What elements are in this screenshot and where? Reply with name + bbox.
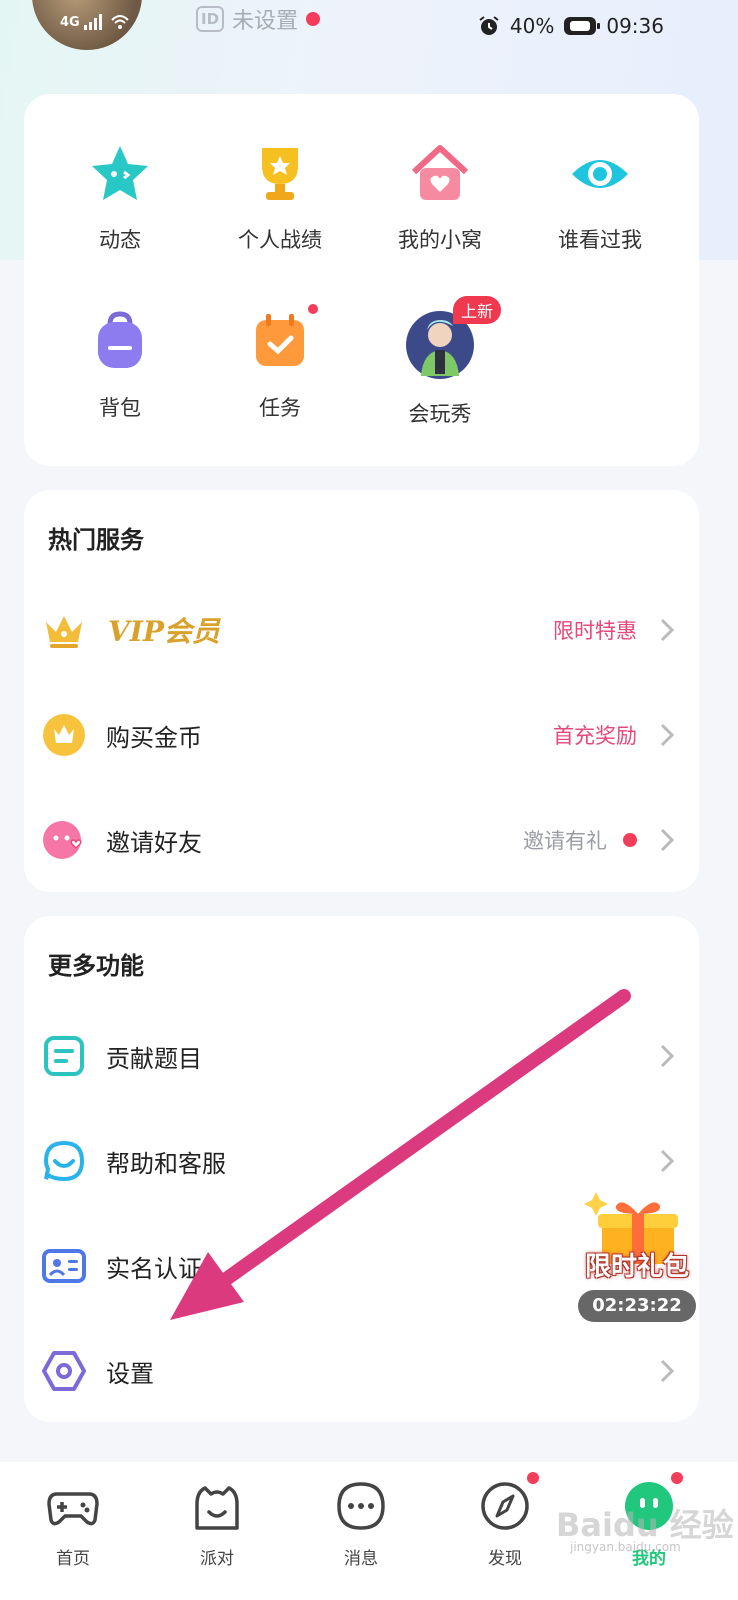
row-vip[interactable]: VIP会员 限时特惠 (24, 590, 699, 670)
chevron-right-icon (660, 723, 675, 747)
status-right: 40% 09:36 (478, 14, 664, 38)
chevron-right-icon (660, 1359, 675, 1383)
grid-label: 会玩秀 (408, 402, 472, 426)
watermark-url: jingyan.baidu.com (570, 1540, 681, 1554)
gamepad-icon (47, 1480, 99, 1532)
chevron-right-icon (660, 828, 675, 852)
grid-label: 我的小窝 (398, 228, 482, 252)
clock: 09:36 (606, 14, 664, 38)
eye-icon (568, 142, 632, 206)
feature-grid-card: 动态 个人战绩 我的小窝 谁看过我 背包 任务 上新 会玩秀 (24, 94, 699, 466)
battery-icon (564, 17, 601, 35)
row-tag: 限时特惠 (553, 619, 637, 643)
grid-label: 谁看过我 (558, 228, 642, 252)
trophy-icon (248, 142, 312, 206)
invite-notification-dot (623, 833, 637, 847)
avatar-figure-icon: 上新 (405, 296, 502, 380)
grid-label: 任务 (259, 396, 301, 420)
row-help[interactable]: 帮助和客服 (24, 1121, 699, 1201)
tab-label: 派对 (200, 1549, 234, 1569)
grid-item-tasks[interactable]: 任务 (200, 302, 360, 422)
document-icon (44, 1036, 84, 1076)
me-notification-dot (669, 1470, 685, 1486)
hot-services-card: 热门服务 VIP会员 限时特惠 购买金币 首充奖励 邀请好友 邀请有礼 (24, 490, 699, 892)
friend-face-icon (43, 821, 82, 859)
row-label: 设置 (106, 1359, 154, 1388)
message-icon (335, 1480, 387, 1532)
coin-icon (43, 714, 85, 756)
row-settings[interactable]: 设置 (24, 1331, 699, 1411)
row-tag: 首充奖励 (553, 724, 637, 748)
profile-id[interactable]: ID 未设置 (196, 4, 321, 34)
tab-messages[interactable]: 消息 (306, 1480, 416, 1569)
wifi-icon (111, 15, 129, 29)
crown-icon (46, 616, 82, 648)
grid-item-show[interactable]: 上新 会玩秀 (360, 296, 520, 428)
status-bar: 4G ID 未设置 40% 09:36 (0, 0, 738, 60)
more-features-card: 更多功能 贡献题目 帮助和客服 实名认证 设置 (24, 916, 699, 1422)
signal-icon (83, 14, 102, 30)
backpack-icon (88, 310, 152, 374)
row-tag: 邀请有礼 (523, 829, 607, 853)
row-label: 购买金币 (106, 723, 202, 752)
id-card-icon (42, 1249, 86, 1283)
grid-item-records[interactable]: 个人战绩 (200, 142, 360, 254)
tab-home[interactable]: 首页 (18, 1480, 128, 1569)
row-label: 邀请好友 (106, 828, 202, 857)
limited-gift-widget[interactable]: 限时礼包 02:23:22 (578, 1192, 698, 1324)
grid-label: 背包 (99, 396, 141, 420)
settings-hexagon-icon (42, 1351, 86, 1391)
grid-item-moments[interactable]: 动态 (40, 142, 200, 254)
tab-label: 发现 (488, 1549, 522, 1569)
task-notification-dot (306, 302, 320, 316)
battery-text: 40% (509, 14, 555, 38)
row-invite[interactable]: 邀请好友 邀请有礼 (24, 800, 699, 880)
chevron-right-icon (660, 1044, 675, 1068)
grid-item-backpack[interactable]: 背包 (40, 310, 200, 422)
id-label: ID (196, 6, 225, 32)
alarm-icon (479, 16, 499, 35)
tab-label: 消息 (344, 1549, 378, 1569)
section-title: 更多功能 (48, 952, 144, 980)
discover-notification-dot (525, 1470, 541, 1486)
status-left: 4G (60, 14, 130, 30)
tab-label: 首页 (56, 1549, 90, 1569)
calendar-check-icon (248, 302, 320, 374)
row-label: 实名认证 (106, 1254, 202, 1283)
house-icon (408, 142, 472, 206)
row-label: 贡献题目 (106, 1044, 202, 1073)
row-contribute[interactable]: 贡献题目 (24, 1016, 699, 1096)
party-icon (191, 1480, 243, 1532)
tab-discover[interactable]: 发现 (450, 1470, 560, 1569)
row-label: VIP会员 (108, 615, 220, 648)
notification-dot (306, 12, 321, 26)
row-label: 帮助和客服 (106, 1149, 226, 1178)
chevron-right-icon (660, 618, 675, 642)
row-buy-coins[interactable]: 购买金币 首充奖励 (24, 695, 699, 775)
tab-party[interactable]: 派对 (162, 1480, 272, 1569)
gift-countdown: 02:23:22 (578, 1290, 696, 1322)
grid-item-house[interactable]: 我的小窝 (360, 142, 520, 254)
section-title: 热门服务 (48, 526, 144, 554)
id-value: 未设置 (232, 9, 299, 34)
chevron-right-icon (660, 1149, 675, 1173)
gift-label: 限时礼包 (584, 1252, 689, 1282)
new-badge: 上新 (453, 296, 502, 324)
grid-item-visitors[interactable]: 谁看过我 (520, 142, 680, 254)
star-icon (88, 142, 152, 206)
network-type: 4G (60, 14, 80, 30)
grid-label: 动态 (99, 228, 141, 252)
support-chat-icon (43, 1140, 85, 1182)
compass-icon (479, 1470, 541, 1532)
grid-label: 个人战绩 (238, 228, 322, 252)
